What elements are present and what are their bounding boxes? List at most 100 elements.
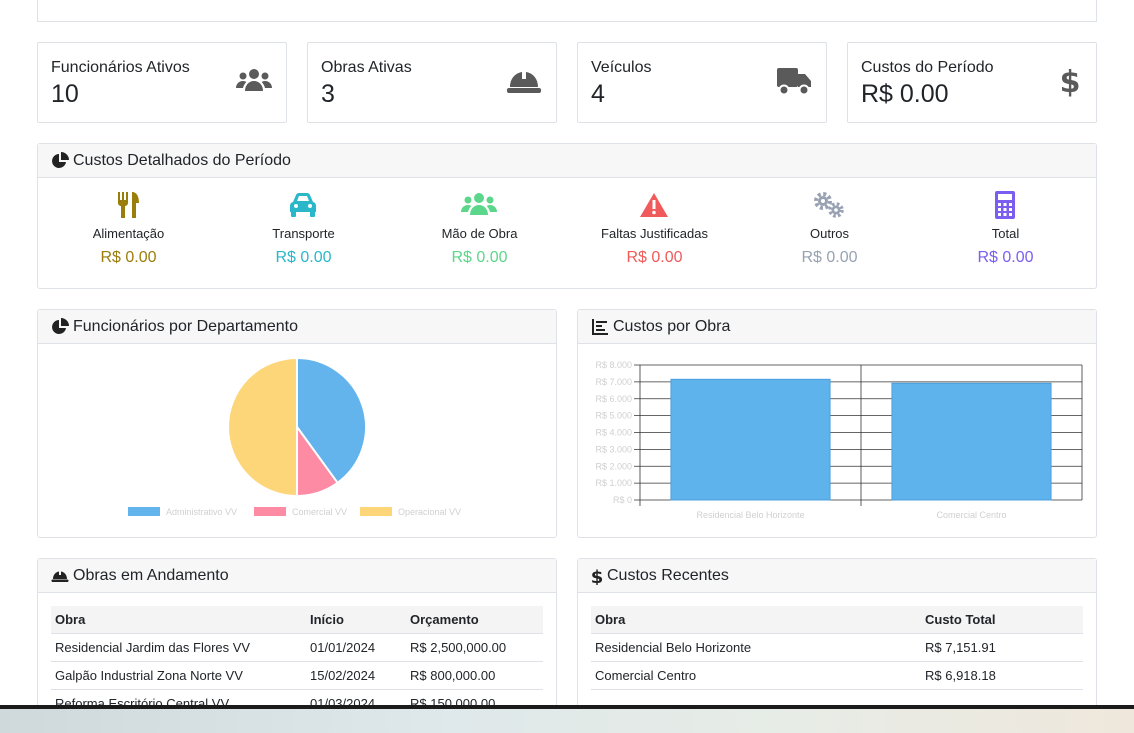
stat-label: Veículos	[591, 59, 652, 76]
stat-card-custos: Custos do Período R$ 0.00 $	[847, 42, 1097, 123]
table-cell: Comercial Centro	[591, 661, 921, 690]
y-tick-label: R$ 1.000	[595, 478, 632, 488]
stat-value: R$ 0.00	[861, 80, 949, 108]
legend-label: Comercial VV	[292, 507, 347, 517]
legend-swatch	[254, 507, 286, 516]
panel-header: Obras em Andamento	[38, 559, 556, 593]
y-tick-label: R$ 2.000	[595, 461, 632, 471]
table-row[interactable]: Residencial Belo Horizonte R$ 7,151.91	[591, 633, 1083, 662]
column-header: Obra	[51, 606, 306, 634]
pie-chart-icon	[52, 151, 69, 168]
panel-title: Custos por Obra	[613, 317, 731, 335]
column-header: Custo Total	[921, 606, 1083, 634]
calculator-icon	[995, 191, 1015, 219]
panel-header: Custos Detalhados do Período	[38, 144, 1096, 178]
stat-card-funcionarios: Funcionários Ativos 10	[37, 42, 287, 123]
custos-table: Obra Custo Total Residencial Belo Horizo…	[591, 606, 1083, 690]
column-header: Início	[306, 606, 406, 634]
users-icon	[236, 69, 272, 91]
pie-chart-icon	[52, 317, 69, 334]
panel-title: Custos Recentes	[607, 566, 729, 584]
warning-icon	[640, 193, 668, 217]
cost-value: R$ 0.00	[801, 249, 858, 266]
dept-pie-chart: Administrativo VV Comercial VV Operacional…	[128, 356, 461, 517]
stat-label: Custos do Período	[861, 59, 994, 76]
panel-title: Funcionários por Departamento	[73, 317, 299, 335]
table-cell: 01/01/2024	[306, 633, 406, 662]
panel-title: Obras em Andamento	[73, 566, 229, 584]
stat-label: Funcionários Ativos	[51, 59, 190, 76]
legend-swatch	[128, 507, 160, 516]
obra-chart-panel: Custos por Obra R$ 0 R$ 1.000 R$ 2.000 R$ 3…	[577, 309, 1097, 538]
truck-icon	[777, 68, 811, 96]
stat-card-veiculos: Veículos 4	[577, 42, 827, 123]
cost-label: Outros	[809, 226, 849, 241]
cost-value: R$ 0.00	[626, 249, 683, 266]
y-tick-label: R$ 5.000	[595, 411, 632, 421]
y-tick-label: R$ 8.000	[595, 360, 632, 370]
table-row[interactable]: Galpão Industrial Zona Norte VV 15/02/20…	[51, 661, 543, 690]
svg-text:$: $	[591, 567, 603, 585]
table-row[interactable]: Comercial Centro R$ 6,918.18	[591, 661, 1083, 690]
table-cell: R$ 7,151.91	[921, 633, 1083, 662]
table-cell: Galpão Industrial Zona Norte VV	[51, 661, 306, 690]
dept-chart-panel: Funcionários por Departamento Administra…	[37, 309, 557, 538]
cost-value: R$ 0.00	[977, 249, 1034, 266]
bar	[670, 378, 831, 501]
bar	[891, 382, 1052, 501]
dollar-icon: $	[591, 567, 603, 585]
cost-label: Alimentação	[92, 226, 165, 241]
legend-label: Operacional VV	[398, 507, 461, 517]
obra-bar-chart: R$ 0 R$ 1.000 R$ 2.000 R$ 3.000 R$ 4.000 R$ 5…	[595, 360, 1083, 520]
hard-hat-icon	[51, 571, 69, 582]
panel-header: Funcionários por Departamento	[38, 310, 556, 344]
cost-value: R$ 0.00	[275, 249, 332, 266]
stat-value: 10	[51, 80, 79, 108]
y-tick-label: R$ 7.000	[595, 377, 632, 387]
panel-header: $ Custos Recentes	[578, 559, 1096, 593]
x-tick-label: Comercial Centro	[936, 510, 1006, 520]
pie-slice	[227, 356, 298, 498]
table-cell: 15/02/2024	[306, 661, 406, 690]
panel-header: Custos por Obra	[578, 310, 1096, 344]
filter-bar	[37, 0, 1097, 22]
bar-chart-icon	[592, 318, 608, 335]
table-cell: Residencial Jardim das Flores VV	[51, 633, 306, 662]
table-cell: R$ 6,918.18	[921, 661, 1083, 690]
users-icon	[461, 193, 497, 215]
dollar-icon: $	[1060, 65, 1081, 97]
table-cell: R$ 2,500,000.00	[406, 633, 543, 662]
table-cell: Residencial Belo Horizonte	[591, 633, 921, 662]
column-header: Orçamento	[406, 606, 543, 634]
x-tick-label: Residencial Belo Horizonte	[696, 510, 804, 520]
cost-label: Transporte	[272, 226, 335, 241]
y-tick-label: R$ 3.000	[595, 444, 632, 454]
custos-recentes-panel: $ Custos Recentes Obra Custo Total Resid…	[577, 558, 1097, 718]
column-header: Obra	[591, 606, 921, 634]
cost-label: Total	[991, 226, 1020, 241]
cost-value: R$ 0.00	[100, 249, 157, 266]
table-row[interactable]: Residencial Jardim das Flores VV 01/01/2…	[51, 633, 543, 662]
stat-label: Obras Ativas	[321, 59, 412, 76]
y-tick-label: R$ 0	[613, 495, 632, 505]
hard-hat-icon	[507, 72, 541, 93]
cost-value: R$ 0.00	[451, 249, 508, 266]
y-tick-label: R$ 6.000	[595, 394, 632, 404]
cost-label: Faltas Justificadas	[601, 226, 708, 241]
y-tick-label: R$ 4.000	[595, 428, 632, 438]
obras-table: Obra Início Orçamento Residencial Jardim…	[51, 606, 543, 718]
panel-title: Custos Detalhados do Período	[73, 151, 291, 169]
legend-swatch	[360, 507, 392, 516]
svg-text:$: $	[1060, 65, 1081, 97]
gears-icon	[814, 192, 844, 218]
stat-card-obras: Obras Ativas 3	[307, 42, 557, 123]
costs-detail-panel: Custos Detalhados do Período Alimentação…	[37, 143, 1097, 289]
desktop-taskbar-strip	[0, 705, 1134, 733]
table-cell: R$ 800,000.00	[406, 661, 543, 690]
stat-value: 3	[321, 80, 335, 108]
utensils-icon	[118, 192, 139, 218]
legend-label: Administrativo VV	[166, 507, 237, 517]
obras-panel: Obras em Andamento Obra Início Orçamento…	[37, 558, 557, 718]
cost-label: Mão de Obra	[441, 226, 518, 241]
stat-value: 4	[591, 80, 605, 108]
